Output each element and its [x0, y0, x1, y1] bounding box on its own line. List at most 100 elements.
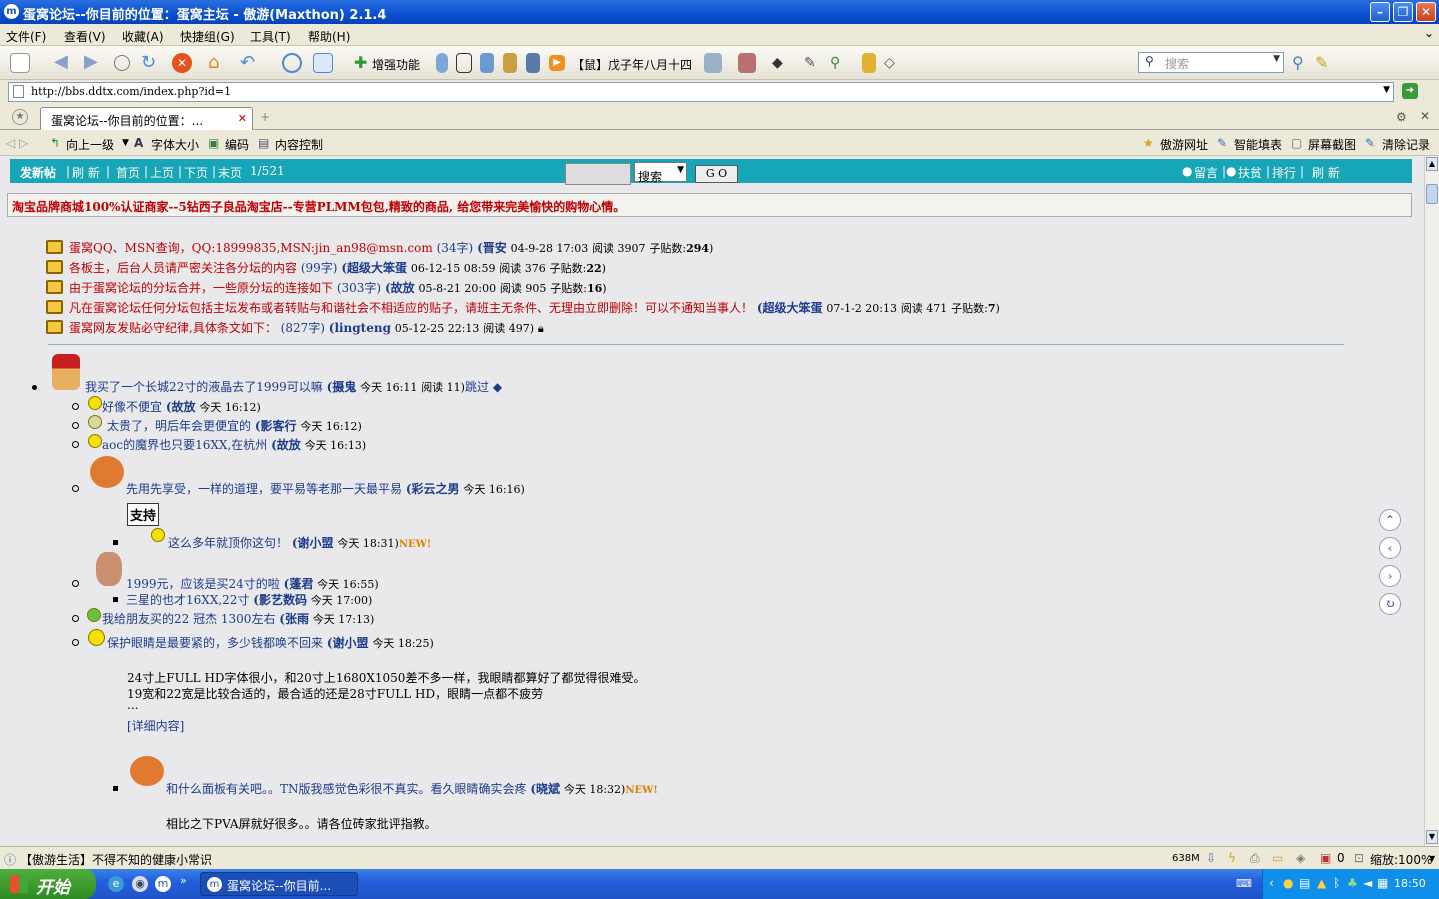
magnifier-icon[interactable]: ⚲ — [830, 53, 846, 73]
refresh-icon[interactable]: ↻ — [141, 53, 161, 73]
first-page-link[interactable]: 首页 — [116, 164, 140, 181]
encoding-button[interactable]: 编码 — [225, 136, 249, 153]
page-refresh-icon[interactable]: ↻ — [1379, 593, 1401, 615]
reply-title[interactable]: 好像不便宜 — [102, 400, 162, 414]
taskbar-window-item[interactable]: m 蛋窝论坛--你目前... — [200, 872, 358, 896]
search-icon[interactable]: ⚲ — [1292, 53, 1312, 73]
lunar-date-label[interactable]: 【鼠】戊子年八月十四 — [572, 56, 692, 73]
reply-title[interactable]: 太贵了，明后年会更便宜的 — [107, 419, 251, 433]
stop-page-icon[interactable] — [114, 55, 130, 71]
flash-icon[interactable]: ϟ — [1228, 851, 1236, 865]
language-icon[interactable]: ▦ — [1377, 876, 1388, 890]
tray-collapse-icon[interactable]: ‹ — [1269, 876, 1274, 890]
scroll-up-icon[interactable]: ▲ — [1426, 157, 1438, 171]
screenshot-button[interactable]: 屏幕截图 — [1308, 136, 1356, 153]
menu-chevron-icon[interactable]: ⌄ — [1424, 26, 1434, 40]
gear-icon[interactable] — [526, 53, 540, 73]
reply-title[interactable]: 三星的也才16XX,22寸 — [126, 593, 249, 607]
refresh-link[interactable]: 刷 新 — [72, 164, 100, 181]
last-page-link[interactable]: 末页 — [218, 164, 242, 181]
url-dropdown-icon[interactable]: ▼ — [1383, 85, 1390, 95]
search-engine-icon[interactable]: ⚲ — [1145, 54, 1154, 68]
announcement-title[interactable]: 由于蛋窝论坛的分坛合并，一些原分坛的连接如下 — [69, 281, 333, 295]
announcement-title[interactable]: 蛋窝网友发贴必守纪律,具体条文如下： — [69, 321, 277, 335]
smart-fill-button[interactable]: 智能填表 — [1234, 136, 1282, 153]
up-level-button[interactable]: 向上一级 — [66, 136, 114, 153]
reply-title[interactable]: 我给朋友买的22 冠杰 1300左右 — [102, 612, 275, 626]
stop-icon[interactable]: ✕ — [172, 53, 192, 73]
reply-author[interactable]: (蓬君 — [284, 577, 314, 591]
menu-file[interactable]: 文件(F) — [6, 28, 46, 45]
enhance-button[interactable]: 增强功能 — [372, 56, 420, 73]
search-dropdown-icon[interactable]: ▼ — [1273, 54, 1280, 64]
thread-author[interactable]: (摄鬼 — [327, 380, 357, 394]
search-input[interactable]: ⚲ 搜索 ▼ — [1138, 52, 1284, 73]
url-input[interactable]: http://bbs.ddtx.com/index.php?id=1 ▼ — [8, 82, 1394, 102]
announcement-title[interactable]: 各板主，后台人员请严密关注各分坛的内容 — [69, 261, 297, 275]
tab-tools-icon[interactable]: ⚙ — [1396, 110, 1407, 124]
maxthon-quicklaunch-icon[interactable]: m — [155, 876, 171, 892]
window-icon[interactable] — [313, 53, 333, 73]
reply-author[interactable]: (故放 — [166, 400, 196, 414]
reply-title[interactable]: 保护眼睛是最要紧的，多少钱都唤不回来 — [107, 636, 323, 650]
maxthon-site-button[interactable]: 傲游网址 — [1160, 136, 1208, 153]
undo-icon[interactable]: ↶ — [240, 53, 260, 73]
bluetooth-icon[interactable]: ᛒ — [1333, 876, 1340, 890]
qq-icon[interactable]: ● — [1283, 876, 1293, 890]
folder-icon[interactable]: ▭ — [1272, 851, 1283, 865]
diamond-icon[interactable]: ◆ — [772, 53, 788, 73]
history-icon[interactable] — [282, 53, 302, 73]
announcement-author[interactable]: (故放 — [385, 281, 415, 295]
reply-title[interactable]: 先用先享受，一样的道理，要平易等老那一天最平易 — [126, 482, 402, 496]
zoom-dropdown-icon[interactable]: ▼ — [1429, 854, 1435, 863]
ad-banner[interactable]: 淘宝品牌商城100%认证商家--5钻西子良品淘宝店--专营PLMM包包,精致的商… — [7, 193, 1412, 217]
pen-icon[interactable]: ✎ — [804, 53, 820, 73]
start-button[interactable]: 开始 — [0, 869, 96, 899]
proxy-icon[interactable]: ◈ — [1296, 851, 1305, 865]
thread-jump[interactable]: 跳过 — [465, 380, 489, 394]
title-bar[interactable]: m 蛋窝论坛--你目前的位置：蛋窝主坛 - 傲游(Maxthon) 2.1.4 … — [0, 0, 1439, 24]
maximize-button[interactable]: ❐ — [1393, 2, 1413, 22]
page-forward-icon[interactable]: › — [1379, 565, 1401, 587]
home-icon[interactable]: ⌂ — [208, 53, 228, 73]
announcement-author[interactable]: (超级大笨蛋 — [757, 301, 823, 315]
screen-icon[interactable] — [456, 53, 472, 73]
menu-tools[interactable]: 工具(T) — [250, 28, 291, 45]
flag-icon[interactable] — [862, 53, 876, 73]
reply-author[interactable]: (故放 — [271, 438, 301, 452]
poverty-link[interactable]: 扶贫 — [1238, 164, 1262, 181]
prev-page-link[interactable]: 上页 — [150, 164, 174, 181]
scroll-down-icon[interactable]: ▼ — [1426, 830, 1438, 844]
scroll-thumb[interactable] — [1426, 184, 1438, 204]
reply-author[interactable]: (影客行 — [255, 419, 297, 433]
vertical-scrollbar[interactable]: ▲ ▼ — [1424, 156, 1439, 846]
clock[interactable]: 18:50 — [1394, 877, 1426, 890]
reply-author[interactable]: (谢小盟 — [327, 636, 369, 650]
tab-close-all-icon[interactable]: ✕ — [1420, 109, 1430, 123]
favorite-star-icon[interactable]: ★ — [12, 109, 28, 125]
tray-app-icon[interactable]: ♣ — [1347, 876, 1358, 890]
forum-search-select[interactable]: 搜索 ▼ — [634, 162, 687, 184]
font-size-button[interactable]: 字体大小 — [151, 136, 199, 153]
reply-author[interactable]: (彩云之男 — [406, 482, 460, 496]
up-level-dropdown-icon[interactable]: ▼ — [122, 138, 129, 148]
announcement-title[interactable]: 蛋窝QQ、MSN查询，QQ:18999835,MSN:jin_an98@msn.… — [69, 241, 433, 255]
ie-icon[interactable]: e — [108, 876, 124, 892]
detail-link[interactable]: [详细内容] — [127, 717, 184, 734]
back-icon[interactable]: ◀ — [54, 53, 74, 73]
reply-author[interactable]: (张雨 — [279, 612, 309, 626]
forward-icon[interactable]: ▶ — [84, 53, 104, 73]
reply-author[interactable]: (晓斌 — [530, 782, 560, 796]
expand-chevron-icon[interactable]: » — [180, 874, 187, 887]
refresh-link-right[interactable]: 刷 新 — [1312, 164, 1340, 181]
keyboard-icon[interactable]: ⌨ — [1236, 877, 1252, 890]
rank-link[interactable]: 排行 — [1272, 164, 1296, 181]
print-icon[interactable]: ⎙ — [1250, 851, 1260, 866]
page-back-icon[interactable]: ‹ — [1379, 537, 1401, 559]
zoom-level[interactable]: 缩放:100% — [1370, 851, 1432, 868]
menu-favorites[interactable]: 收藏(A) — [122, 28, 164, 45]
forum-search-input[interactable] — [565, 163, 631, 185]
message-link[interactable]: 留言 — [1194, 164, 1218, 181]
minimize-button[interactable]: – — [1370, 2, 1390, 22]
play-icon[interactable]: ▶ — [549, 55, 565, 71]
